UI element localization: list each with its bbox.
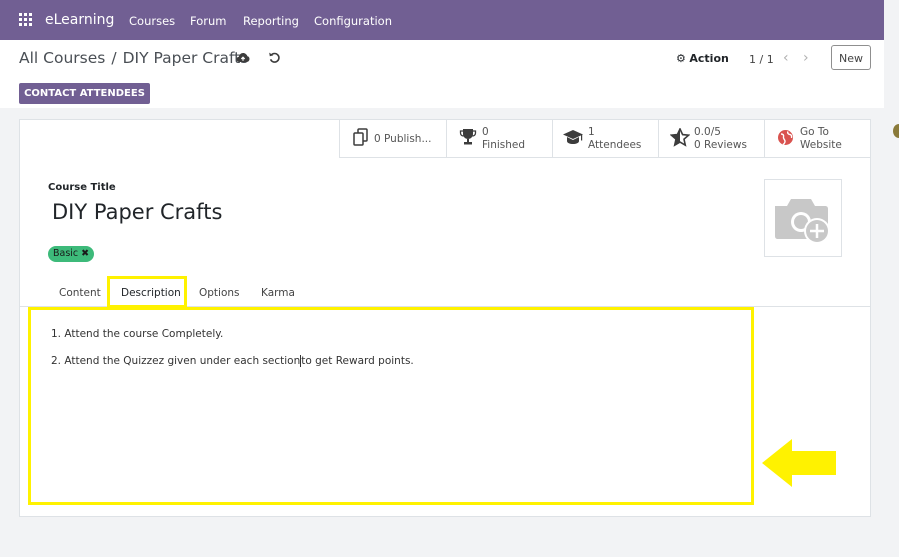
finished-count: 0: [482, 126, 489, 138]
highlight-box-tab: [107, 276, 187, 308]
new-button[interactable]: New: [831, 45, 871, 70]
tab-karma[interactable]: Karma: [261, 287, 295, 299]
description-line-1: 1. Attend the course Completely.: [51, 328, 224, 340]
smart-button-bar: 0 Publish... 0 Finished 1 Attendees 0.0/…: [339, 119, 871, 158]
breadcrumb-parent[interactable]: All Courses: [19, 49, 105, 67]
tab-content[interactable]: Content: [59, 287, 101, 299]
go-to-website-button[interactable]: Go To Website: [764, 119, 871, 157]
contact-attendees-button[interactable]: CONTACT ATTENDEES: [19, 83, 150, 104]
pager-previous-icon[interactable]: ‹: [783, 50, 789, 66]
pointer-arrow-icon: [762, 439, 836, 487]
finished-label: Finished: [482, 139, 526, 151]
pager-value[interactable]: 1 / 1: [749, 53, 774, 66]
breadcrumb: All Courses / DIY Paper Crafts: [19, 49, 248, 67]
published-count: 0 Publish...: [374, 133, 432, 145]
graduation-cap-icon: [563, 130, 583, 144]
finished-stat-button[interactable]: 0 Finished: [446, 119, 552, 157]
discard-undo-icon[interactable]: [268, 51, 281, 64]
tag-basic[interactable]: Basic ✖: [48, 246, 95, 262]
published-stat-button[interactable]: 0 Publish...: [339, 119, 446, 157]
attendees-label: Attendees: [588, 139, 642, 151]
tag-remove-icon[interactable]: ✖: [81, 248, 89, 259]
menu-configuration[interactable]: Configuration: [314, 14, 392, 28]
attendees-stat-button[interactable]: 1 Attendees: [552, 119, 658, 157]
action-menu-button[interactable]: ⚙ Action: [676, 52, 729, 65]
menu-forum[interactable]: Forum: [190, 14, 226, 28]
description-line-2: 2. Attend the Quizzez given under each s…: [51, 355, 414, 367]
star-half-icon: [670, 128, 690, 147]
action-label: Action: [689, 52, 729, 65]
course-title-input[interactable]: DIY Paper Crafts: [52, 200, 222, 224]
description-line-2-start: 2. Attend the Quizzez given under each s…: [51, 355, 301, 367]
rating-stat-button[interactable]: 0.0/5 0 Reviews: [658, 119, 764, 157]
save-cloud-icon[interactable]: [236, 52, 250, 63]
apps-grid-icon[interactable]: [19, 13, 33, 27]
course-title-label: Course Title: [48, 182, 116, 193]
description-line-2-end: to get Reward points.: [301, 355, 414, 367]
app-name[interactable]: eLearning: [45, 12, 114, 28]
course-image-upload[interactable]: [764, 179, 842, 257]
tab-options[interactable]: Options: [199, 287, 240, 299]
website-label-line1: Go To: [800, 126, 829, 138]
breadcrumb-separator: /: [111, 49, 117, 67]
website-label-line2: Website: [800, 139, 842, 151]
copy-document-icon: [353, 128, 368, 146]
rating-value: 0.0/5: [694, 126, 721, 138]
pager-next-icon[interactable]: ›: [803, 50, 809, 66]
gear-icon: ⚙: [676, 52, 686, 65]
menu-reporting[interactable]: Reporting: [243, 14, 299, 28]
top-navbar: eLearning Courses Forum Reporting Config…: [0, 0, 884, 40]
camera-add-icon: [775, 199, 830, 244]
breadcrumb-current: DIY Paper Crafts: [122, 49, 249, 67]
attendees-count: 1: [588, 126, 595, 138]
side-avatar: [893, 124, 899, 138]
menu-courses[interactable]: Courses: [129, 14, 175, 28]
tag-label: Basic: [53, 248, 79, 259]
reviews-count: 0 Reviews: [694, 139, 747, 151]
globe-icon: [778, 130, 793, 146]
trophy-icon: [459, 129, 477, 145]
